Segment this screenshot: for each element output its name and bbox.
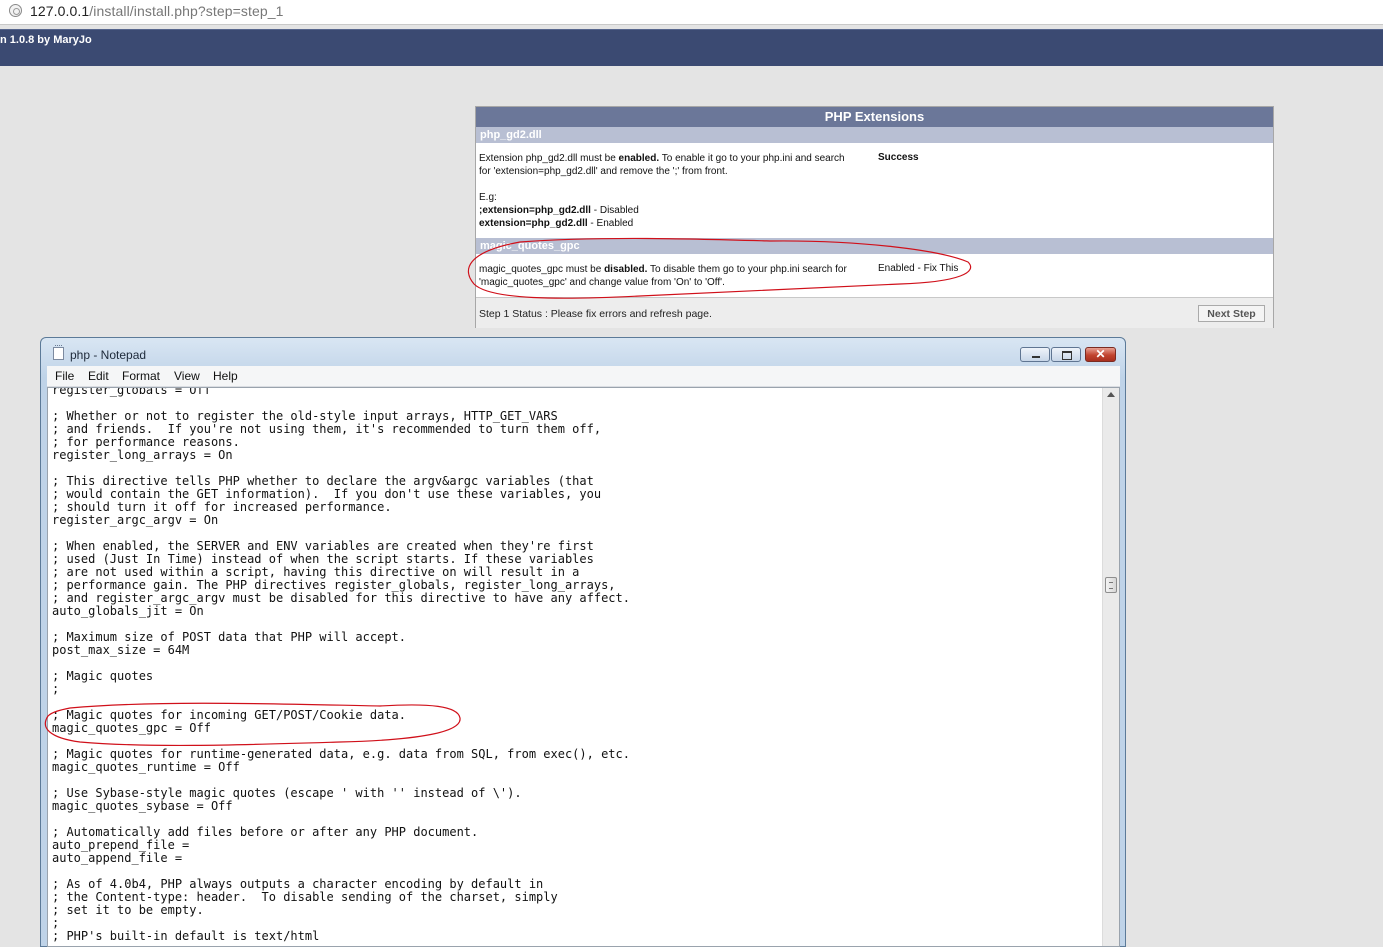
close-icon: ✕ — [1095, 347, 1106, 361]
example-label: E.g: — [479, 192, 497, 203]
notepad-titlebar[interactable]: php - Notepad ✕ — [41, 338, 1125, 368]
close-button[interactable]: ✕ — [1085, 347, 1116, 362]
globe-icon — [9, 4, 22, 17]
menu-help[interactable]: Help — [213, 369, 238, 383]
example-enabled-text: - Enabled — [587, 218, 634, 229]
text-editor[interactable]: register_globals = Off ; Whether or not … — [47, 387, 1120, 947]
menu-edit[interactable]: Edit — [88, 369, 109, 383]
php-extensions-panel: PHP Extensions php_gd2.dll Extension php… — [475, 106, 1274, 328]
magic-quotes-description: magic_quotes_gpc must be disabled. To di… — [479, 263, 859, 289]
section-header-magic-quotes: magic_quotes_gpc — [476, 238, 1273, 254]
mq-desc-emphasis: disabled. — [604, 264, 648, 275]
panel-footer: Step 1 Status : Please fix errors and re… — [476, 297, 1273, 328]
maximize-button[interactable] — [1051, 347, 1081, 362]
minimize-icon — [1032, 356, 1040, 358]
scroll-thumb[interactable] — [1105, 577, 1117, 593]
example-enabled-code: extension=php_gd2.dll — [479, 218, 588, 229]
example-enabled: extension=php_gd2.dll - Enabled — [479, 217, 859, 230]
notepad-icon — [53, 345, 64, 360]
panel-title: PHP Extensions — [476, 107, 1273, 127]
menu-view[interactable]: View — [174, 369, 200, 383]
gd2-description: Extension php_gd2.dll must be enabled. T… — [479, 152, 859, 178]
gd2-desc-text: Extension php_gd2.dll must be — [479, 153, 619, 164]
step-status: Step 1 Status : Please fix errors and re… — [479, 308, 712, 320]
example-disabled-code: ;extension=php_gd2.dll — [479, 205, 591, 216]
next-step-button[interactable]: Next Step — [1198, 305, 1265, 322]
example-disabled-text: - Disabled — [590, 205, 639, 216]
menu-format[interactable]: Format — [122, 369, 160, 383]
mq-desc-text: magic_quotes_gpc must be — [479, 264, 605, 275]
gd2-example: E.g: ;extension=php_gd2.dll - Disabled e… — [479, 191, 859, 230]
url-path: /install/install.php?step=step_1 — [89, 3, 284, 19]
menu-file[interactable]: File — [55, 369, 74, 383]
site-title: n 1.0.8 by MaryJo — [0, 34, 92, 46]
scroll-up-icon[interactable] — [1107, 392, 1115, 397]
notepad-window: php - Notepad ✕ File Edit Format View He… — [40, 337, 1126, 947]
gd2-status: Success — [878, 152, 919, 163]
address-bar[interactable]: 127.0.0.1/install/install.php?step=step_… — [0, 0, 1383, 25]
minimize-button[interactable] — [1020, 347, 1050, 362]
magic-quotes-status: Enabled - Fix This — [878, 263, 959, 274]
window-title: php - Notepad — [70, 348, 147, 362]
menu-bar: File Edit Format View Help — [47, 366, 1120, 387]
vertical-scrollbar[interactable] — [1102, 388, 1119, 946]
gd2-desc-emphasis: enabled. — [618, 153, 660, 164]
site-header: n 1.0.8 by MaryJo — [0, 29, 1383, 66]
editor-content[interactable]: register_globals = Off ; Whether or not … — [52, 388, 630, 943]
url-text[interactable]: 127.0.0.1/install/install.php?step=step_… — [30, 3, 284, 19]
section-header-gd2: php_gd2.dll — [476, 127, 1273, 143]
maximize-icon — [1062, 351, 1072, 360]
example-disabled: ;extension=php_gd2.dll - Disabled — [479, 204, 859, 217]
url-host: 127.0.0.1 — [30, 3, 90, 19]
